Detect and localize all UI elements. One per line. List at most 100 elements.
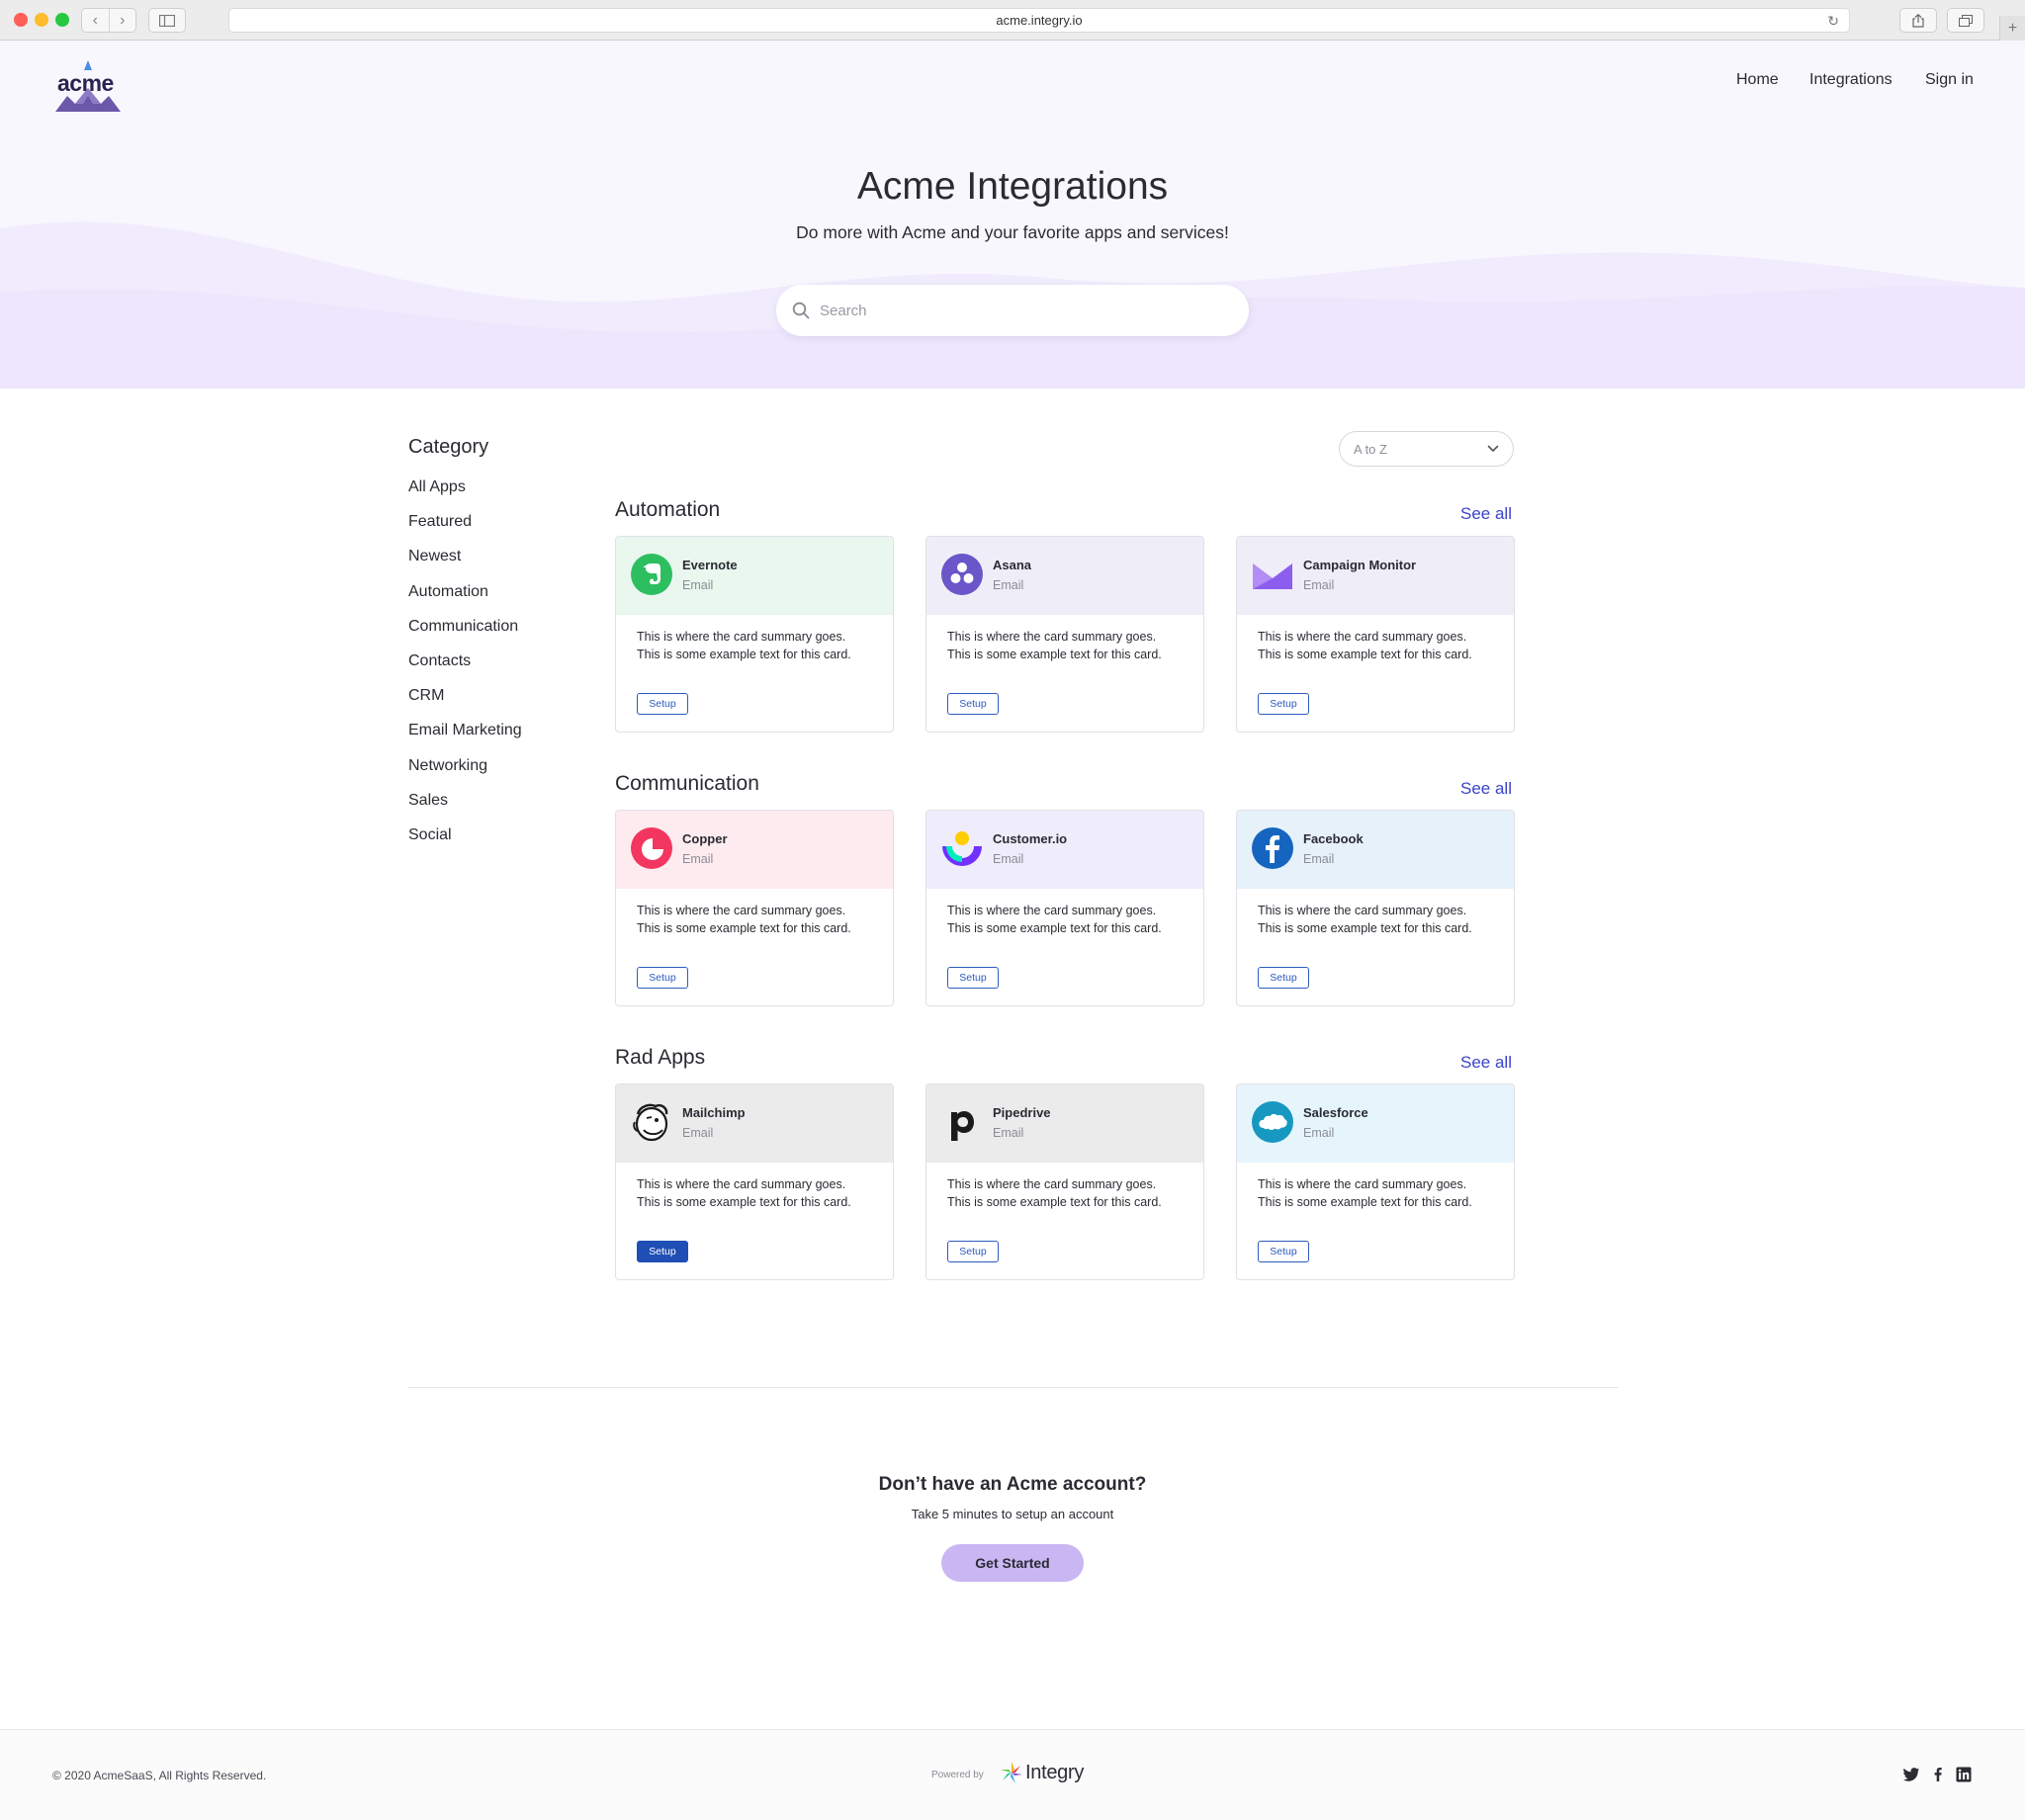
linkedin-icon[interactable] — [1955, 1766, 1973, 1783]
card-header: Pipedrive Email — [926, 1084, 1203, 1163]
category-item-newest[interactable]: Newest — [408, 546, 522, 580]
setup-button[interactable]: Setup — [1258, 693, 1309, 715]
tabs-icon — [1959, 14, 1973, 27]
see-all-automation-link[interactable]: See all — [1460, 504, 1512, 524]
sort-dropdown[interactable]: A to Z — [1339, 431, 1514, 467]
integration-card-mailchimp[interactable]: Mailchimp Email This is where the card s… — [615, 1083, 894, 1280]
card-name: Asana — [993, 558, 1032, 572]
setup-button[interactable]: Setup — [947, 967, 999, 989]
integration-card-salesforce[interactable]: Salesforce Email This is where the card … — [1236, 1083, 1515, 1280]
card-category: Email — [682, 578, 714, 592]
setup-button[interactable]: Setup — [1258, 967, 1309, 989]
card-summary: This is where the card summary goes. Thi… — [947, 630, 1162, 661]
cta-title: Don’t have an Acme account? — [878, 1474, 1147, 1495]
hero-waves — [0, 221, 2025, 389]
back-icon[interactable]: ‹ — [82, 9, 110, 32]
share-icon — [1912, 13, 1924, 28]
sidebar-toggle-button[interactable] — [148, 8, 186, 33]
copyright-text: © 2020 AcmeSaaS, All Rights Reserved. — [52, 1769, 267, 1782]
nav-integrations-link[interactable]: Integrations — [1809, 71, 1893, 89]
card-name: Facebook — [1303, 831, 1364, 846]
new-tab-button[interactable]: + — [1999, 16, 2025, 41]
card-summary: This is where the card summary goes. Thi… — [1258, 904, 1472, 935]
twitter-icon[interactable] — [1902, 1766, 1920, 1783]
card-header: Campaign Monitor Email — [1237, 537, 1514, 615]
card-name: Copper — [682, 831, 728, 846]
see-all-communication-link[interactable]: See all — [1460, 779, 1512, 799]
forward-icon[interactable]: › — [110, 9, 136, 32]
card-category: Email — [682, 1126, 714, 1140]
setup-button[interactable]: Setup — [947, 1241, 999, 1262]
card-name: Pipedrive — [993, 1105, 1051, 1120]
category-item-social[interactable]: Social — [408, 824, 522, 859]
card-category: Email — [993, 578, 1024, 592]
search-bar[interactable] — [776, 285, 1249, 336]
category-item-automation[interactable]: Automation — [408, 581, 522, 616]
pipedrive-logo-icon — [951, 1111, 974, 1141]
minimize-window-button[interactable] — [35, 13, 48, 27]
nav-home-link[interactable]: Home — [1736, 71, 1779, 89]
card-header: Copper Email — [616, 811, 893, 889]
category-item-featured[interactable]: Featured — [408, 511, 522, 546]
footer: © 2020 AcmeSaaS, All Rights Reserved. Po… — [0, 1730, 2025, 1820]
get-started-button[interactable]: Get Started — [941, 1544, 1084, 1582]
acme-logo[interactable]: acme — [53, 58, 123, 114]
cta-subtitle: Take 5 minutes to setup an account — [911, 1507, 1114, 1521]
share-button[interactable] — [1899, 8, 1937, 33]
url-text: acme.integry.io — [996, 13, 1083, 28]
integration-card-evernote[interactable]: Evernote Email This is where the card su… — [615, 536, 894, 733]
integration-card-copper[interactable]: Copper Email This is where the card summ… — [615, 810, 894, 1006]
close-window-button[interactable] — [14, 13, 28, 27]
facebook-icon[interactable] — [1929, 1766, 1947, 1783]
powered-by-text: Powered by — [931, 1770, 984, 1780]
integration-card-pipedrive[interactable]: Pipedrive Email This is where the card s… — [925, 1083, 1204, 1280]
card-name: Mailchimp — [682, 1105, 746, 1120]
hero-section: acme Home Integrations Sign in Acme Inte… — [0, 41, 2025, 389]
reload-icon[interactable]: ↻ — [1827, 13, 1839, 30]
category-item-crm[interactable]: CRM — [408, 685, 522, 720]
page-title: Acme Integrations — [856, 165, 1169, 208]
copper-logo-icon — [631, 827, 672, 869]
category-item-communication[interactable]: Communication — [408, 616, 522, 650]
integration-card-customer-io[interactable]: Customer.io Email This is where the card… — [925, 810, 1204, 1006]
integry-logo[interactable]: Integry — [1000, 1761, 1084, 1784]
search-input[interactable] — [820, 302, 1215, 319]
integration-card-facebook[interactable]: Facebook Email This is where the card su… — [1236, 810, 1515, 1006]
search-icon — [792, 302, 810, 319]
salesforce-logo-icon — [1252, 1101, 1293, 1143]
card-summary: This is where the card summary goes. Thi… — [637, 904, 851, 935]
section-title-rad-apps: Rad Apps — [615, 1046, 706, 1069]
show-tabs-button[interactable] — [1947, 8, 1984, 33]
chevron-down-icon — [1487, 445, 1499, 453]
setup-button[interactable]: Setup — [637, 1241, 688, 1262]
setup-button[interactable]: Setup — [637, 967, 688, 989]
section-divider — [408, 1387, 1619, 1388]
card-category: Email — [993, 1126, 1024, 1140]
category-item-sales[interactable]: Sales — [408, 790, 522, 824]
setup-button[interactable]: Setup — [637, 693, 688, 715]
category-item-contacts[interactable]: Contacts — [408, 650, 522, 685]
integration-card-asana[interactable]: Asana Email This is where the card summa… — [925, 536, 1204, 733]
browser-toolbar: ‹ › acme.integry.io ↻ + — [0, 0, 2025, 41]
integry-wordmark: Integry — [1025, 1761, 1085, 1783]
card-header: Mailchimp Email — [616, 1084, 893, 1163]
card-summary: This is where the card summary goes. Thi… — [637, 1177, 851, 1209]
section-title-automation: Automation — [615, 498, 721, 521]
category-item-email-marketing[interactable]: Email Marketing — [408, 720, 522, 754]
setup-button[interactable]: Setup — [947, 693, 999, 715]
card-header: Customer.io Email — [926, 811, 1203, 889]
card-header: Facebook Email — [1237, 811, 1514, 889]
card-header: Asana Email — [926, 537, 1203, 615]
category-item-all-apps[interactable]: All Apps — [408, 477, 522, 511]
nav-sign-in-link[interactable]: Sign in — [1925, 71, 1974, 89]
setup-button[interactable]: Setup — [1258, 1241, 1309, 1262]
campaign-monitor-logo-icon — [1253, 563, 1292, 589]
category-item-networking[interactable]: Networking — [408, 755, 522, 790]
see-all-rad-apps-link[interactable]: See all — [1460, 1053, 1512, 1073]
zoom-window-button[interactable] — [55, 13, 69, 27]
page-subtitle: Do more with Acme and your favorite apps… — [796, 222, 1229, 242]
integration-card-campaign-monitor[interactable]: Campaign Monitor Email This is where the… — [1236, 536, 1515, 733]
address-bar[interactable]: acme.integry.io ↻ — [228, 8, 1850, 33]
asana-logo-icon — [941, 554, 983, 595]
category-title: Category — [408, 436, 489, 458]
